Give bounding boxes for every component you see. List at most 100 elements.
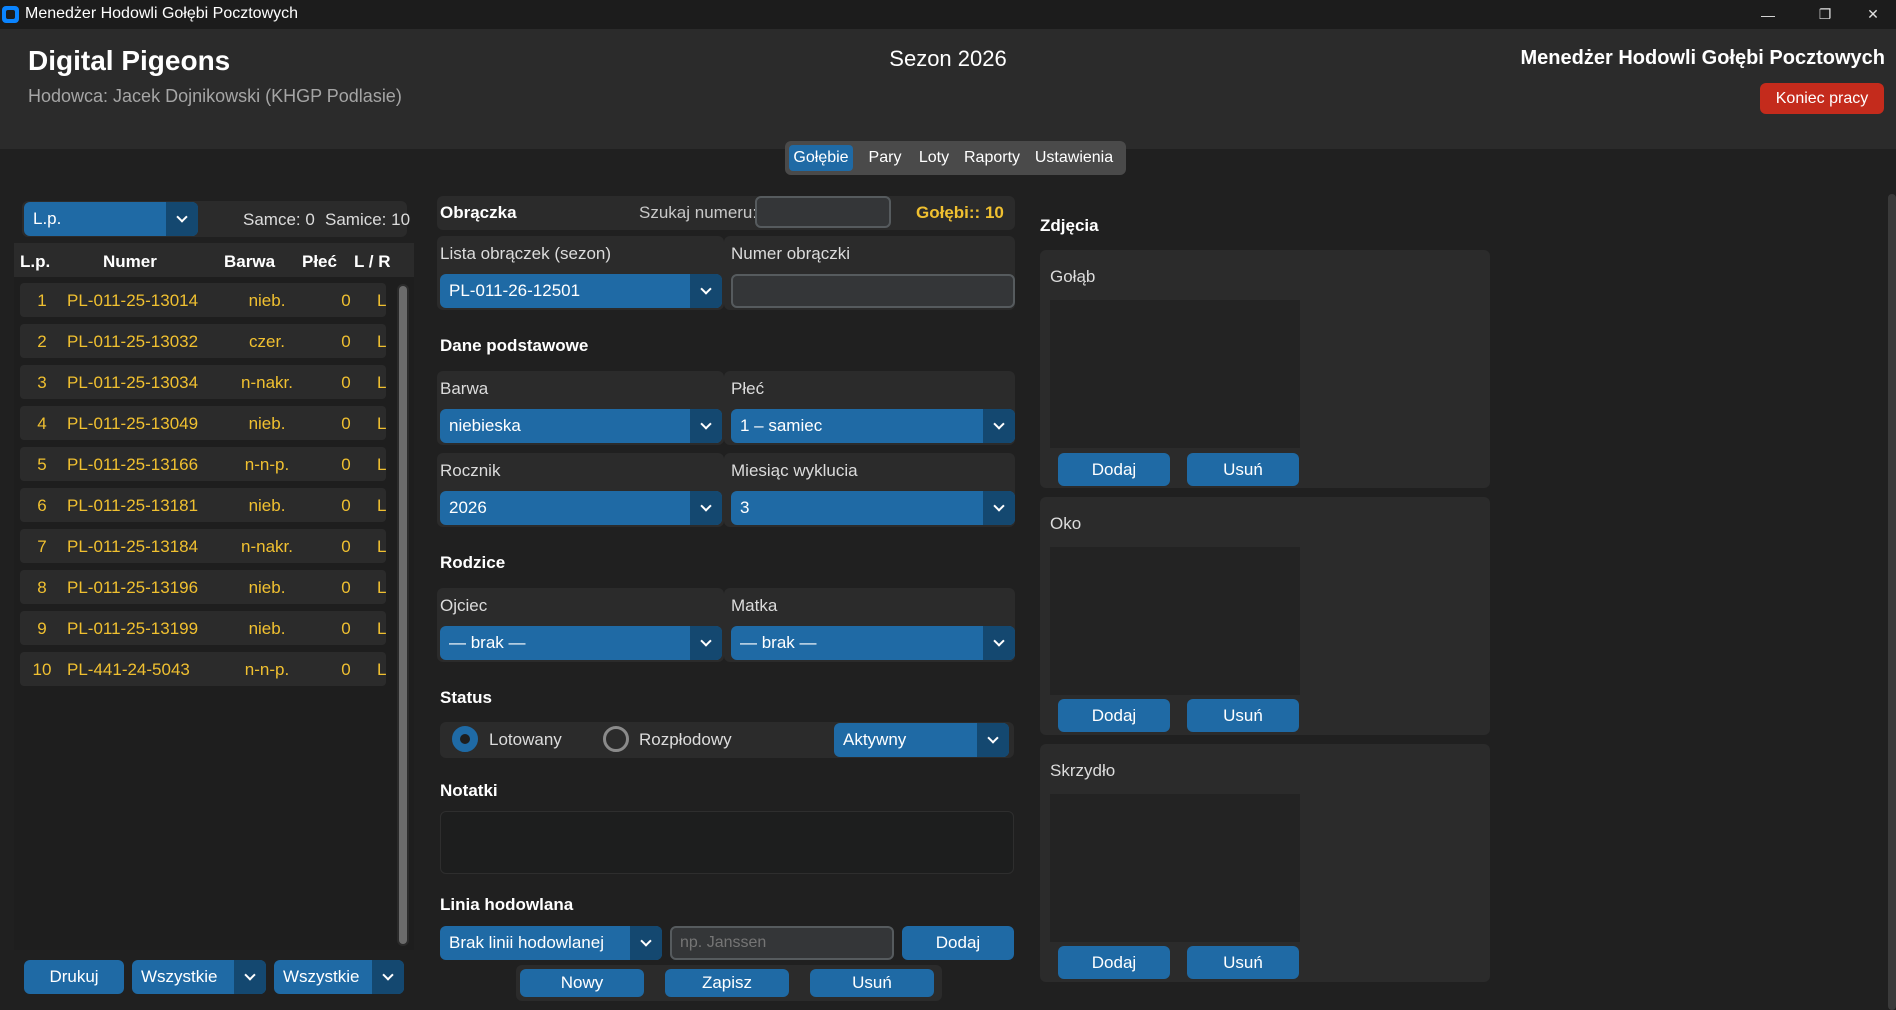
minimize-button[interactable]: — [1745,0,1791,29]
close-window-button[interactable]: ✕ [1850,0,1896,29]
table-row[interactable]: 1 PL-011-25-13014 nieb. 0 L [20,283,386,317]
cell-barwa: nieb. [248,496,286,515]
status-section-title: Status [440,688,492,707]
tab-pary[interactable]: Pary [861,145,909,171]
table-row[interactable]: 4 PL-011-25-13049 nieb. 0 L [20,406,386,440]
cell-lp: 2 [37,332,47,351]
cell-barwa: n-nakr. [241,537,293,556]
col-lr[interactable]: L / R [354,252,391,272]
table-row[interactable]: 10 PL-441-24-5043 n-n-p. 0 L [20,652,386,686]
photos-section-title: Zdjęcia [1040,216,1099,235]
remove-photo-button[interactable]: Usuń [1187,699,1299,732]
cell-lr: L [377,660,387,679]
ring-number-input[interactable] [731,274,1015,308]
cell-lr: L [377,578,387,597]
cell-plec: 0 [341,578,351,597]
add-line-button[interactable]: Dodaj [902,926,1014,960]
col-lp[interactable]: L.p. [20,252,50,272]
cell-lp: 4 [37,414,47,433]
cell-lr: L [377,455,387,474]
radio-breeding-label[interactable]: Rozpłodowy [639,730,732,750]
father-select[interactable]: — brak — [440,626,722,660]
col-numer[interactable]: Numer [103,252,157,272]
table-row[interactable]: 7 PL-011-25-13184 n-nakr. 0 L [20,529,386,563]
month-label: Miesiąc wyklucia [731,461,858,480]
cell-numer: PL-011-25-13184 [67,537,199,556]
ring-number-label: Numer obrączki [731,244,851,263]
color-select[interactable]: niebieska [440,409,722,443]
breeding-line-select[interactable]: Brak linii hodowlanej [440,926,662,960]
tab-raporty[interactable]: Raporty [959,145,1025,171]
tab-ustawienia[interactable]: Ustawienia [1029,145,1119,171]
radio-racing-label[interactable]: Lotowany [489,730,562,750]
cell-plec: 0 [341,496,351,515]
cell-lp: 7 [37,537,47,556]
males-count: Samce: 0 [243,210,315,229]
save-button[interactable]: Zapisz [665,969,789,997]
cell-plec: 0 [341,455,351,474]
tab-golebie[interactable]: Gołębie [789,145,853,171]
table-row[interactable]: 2 PL-011-25-13032 czer. 0 L [20,324,386,358]
remove-photo-button[interactable]: Usuń [1187,946,1299,979]
add-photo-button[interactable]: Dodaj [1058,946,1170,979]
ring-section-title: Obrączka [440,203,517,222]
add-photo-button[interactable]: Dodaj [1058,453,1170,486]
status-value: Aktywny [843,730,907,749]
basic-section-title: Dane podstawowe [440,336,589,355]
col-barwa[interactable]: Barwa [224,252,275,272]
sort-select[interactable]: L.p. [24,202,198,236]
breeding-line-input[interactable] [670,926,894,960]
notes-textarea[interactable] [440,811,1014,874]
table-row[interactable]: 6 PL-011-25-13181 nieb. 0 L [20,488,386,522]
table-row[interactable]: 9 PL-011-25-13199 nieb. 0 L [20,611,386,645]
new-button[interactable]: Nowy [520,969,644,997]
cell-lr: L [377,332,387,351]
chevron-down-icon [372,960,404,994]
remove-photo-button[interactable]: Usuń [1187,453,1299,486]
window-title: Menedżer Hodowli Gołębi Pocztowych [25,5,299,22]
search-input[interactable] [755,196,891,228]
main-tabs: Gołębie Pary Loty Raporty Ustawienia [785,141,1126,175]
end-work-button[interactable]: Koniec pracy [1760,83,1884,114]
cell-numer: PL-011-25-13199 [67,619,199,638]
cell-barwa: czer. [249,332,285,351]
mother-label: Matka [731,596,778,615]
filter-select-1[interactable]: Wszystkie [132,960,266,994]
cell-lp: 10 [32,660,52,679]
list-scrollbar-thumb[interactable] [399,286,407,944]
list-header: L.p. Numer Barwa Płeć L / R [14,243,414,277]
app-subtitle: Menedżer Hodowli Gołębi Pocztowych [1520,47,1885,69]
add-photo-button[interactable]: Dodaj [1058,699,1170,732]
col-plec[interactable]: Płeć [302,252,337,272]
table-row[interactable]: 8 PL-011-25-13196 nieb. 0 L [20,570,386,604]
pigeon-count: Gołębi:: 10 [916,203,1004,222]
tab-loty[interactable]: Loty [913,145,955,171]
main-scrollbar[interactable] [1888,194,1896,1010]
cell-plec: 0 [341,537,351,556]
mother-select[interactable]: — brak — [731,626,1015,660]
status-select[interactable]: Aktywny [834,723,1009,757]
radio-racing[interactable] [452,726,478,752]
month-select[interactable]: 3 [731,491,1015,525]
delete-button[interactable]: Usuń [810,969,934,997]
table-row[interactable]: 5 PL-011-25-13166 n-n-p. 0 L [20,447,386,481]
females-count: Samice: 10 [325,210,411,229]
breeding-line-value: Brak linii hodowlanej [449,933,604,952]
filter-select-2[interactable]: Wszystkie [274,960,404,994]
cell-barwa: n-n-p. [244,455,290,474]
cell-lr: L [377,291,387,310]
restore-button[interactable]: ❐ [1802,0,1848,29]
cell-barwa: nieb. [248,619,286,638]
chevron-down-icon [166,202,198,236]
chevron-down-icon [690,409,722,443]
table-row[interactable]: 3 PL-011-25-13034 n-nakr. 0 L [20,365,386,399]
print-button[interactable]: Drukuj [24,960,124,994]
cell-numer: PL-011-25-13014 [67,291,199,310]
year-select[interactable]: 2026 [440,491,722,525]
photo-label: Skrzydło [1050,761,1116,780]
photo-label: Gołąb [1050,267,1096,286]
radio-breeding[interactable] [603,726,629,752]
chevron-down-icon [983,491,1015,525]
ring-list-select[interactable]: PL-011-26-12501 [440,274,722,308]
sex-select[interactable]: 1 – samiec [731,409,1015,443]
